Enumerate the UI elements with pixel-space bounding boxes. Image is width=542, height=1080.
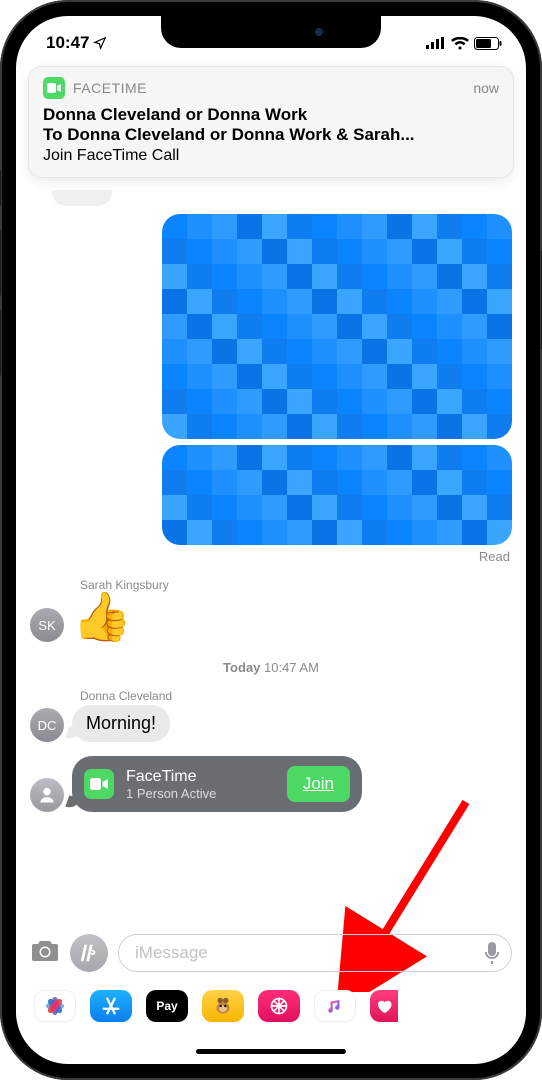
home-indicator[interactable] [196,1049,346,1054]
cellular-icon [426,37,446,49]
animoji-app-icon[interactable] [202,990,244,1022]
facetime-icon [84,769,114,799]
music-app-icon[interactable] [314,990,356,1022]
incoming-message[interactable]: Morning! [72,705,170,742]
message-placeholder: iMessage [135,943,208,963]
avatar-group[interactable] [30,778,64,812]
facetime-subtitle: 1 Person Active [126,786,275,801]
status-time: 10:47 [46,33,89,53]
notification-title: Donna Cleveland or Donna Work [43,105,499,125]
read-receipt: Read [30,549,512,564]
location-icon [93,36,107,50]
message-input[interactable]: iMessage [118,934,512,972]
sent-message-redacted [162,214,512,439]
avatar[interactable]: DC [30,708,64,742]
camera-button[interactable] [30,938,60,969]
microphone-icon[interactable] [483,941,501,965]
chat-area[interactable]: Read Sarah Kingsbury SK 👍 Today 10:47 AM… [16,184,526,812]
applepay-app-icon[interactable]: Pay [146,990,188,1022]
battery-icon [474,37,502,50]
notification-time: now [473,80,499,96]
thumbs-up-reaction: 👍 [72,594,132,642]
facetime-icon [43,77,65,99]
sent-message-redacted-2 [162,445,512,545]
appstore-app-icon[interactable] [90,990,132,1022]
notification-banner[interactable]: FACETIME now Donna Cleveland or Donna Wo… [28,66,514,178]
app-bar[interactable]: Pay [16,990,526,1022]
notification-app-name: FACETIME [73,80,465,96]
join-button[interactable]: Join [287,766,350,802]
more-app-icon[interactable] [370,990,398,1022]
wifi-icon [451,37,469,50]
incoming-bubble-partial [52,190,112,206]
app-drawer-button[interactable] [70,934,108,972]
notification-subtitle: To Donna Cleveland or Donna Work & Sarah… [43,125,499,145]
digitaltouch-app-icon[interactable] [258,990,300,1022]
facetime-card[interactable]: FaceTime 1 Person Active Join [72,756,362,812]
timestamp: Today 10:47 AM [30,660,512,675]
facetime-title: FaceTime [126,768,275,786]
photos-app-icon[interactable] [34,990,76,1022]
avatar[interactable]: SK [30,608,64,642]
notification-body: Join FaceTime Call [43,147,499,165]
sender-name: Donna Cleveland [80,689,512,703]
input-bar: iMessage [16,934,526,972]
sender-name: Sarah Kingsbury [80,578,512,592]
